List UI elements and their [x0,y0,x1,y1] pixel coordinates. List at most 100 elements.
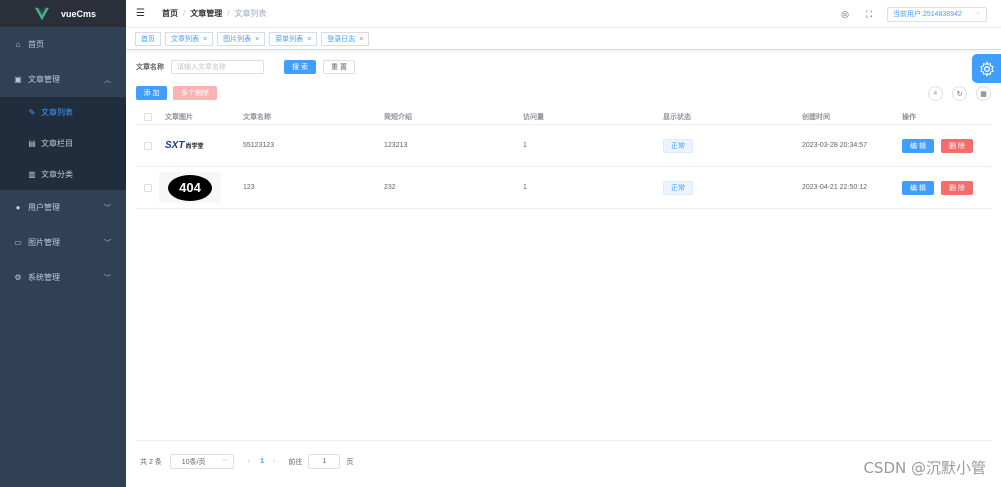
home-icon: ⌂ [15,40,21,49]
gear-icon [979,60,994,77]
sidebar-item-system[interactable]: ⚙ 系统管理 ﹀ [0,260,126,295]
sidebar-item-label: 文章列表 [41,108,73,117]
navbar: ☰ 首页 / 文章管理 / 文章列表 ◎ ⛶ 当前用户:2514838942 ﹀ [126,0,1001,28]
user-dropdown[interactable]: 当前用户:2514838942 ﹀ [887,6,987,22]
chevron-down-icon: ﹀ [104,204,111,212]
row-checkbox[interactable] [144,183,152,192]
chevron-down-icon: ﹀ [974,12,981,19]
goto-label: 前往 [288,458,303,466]
sidebar-item-home[interactable]: ⌂ 首页 [0,27,126,62]
column-header: 文章图片 [165,113,193,121]
refresh-icon[interactable]: ↻ [952,86,967,101]
delete-button[interactable]: 删 除 [941,138,973,153]
row-check-cell [136,141,165,150]
sidebar-item-users[interactable]: ● 用户管理 ﹀ [0,190,126,225]
next-page-button[interactable]: › [273,458,275,465]
pagination-total: 共 2 条 [140,458,162,466]
article-image-cell: SXT 尚学堂 [165,139,243,153]
sidebar-item-label: 文章分类 [41,170,73,179]
sidebar-item-label: 用户管理 [28,203,60,212]
tag-home[interactable]: 首页 [135,32,161,46]
prev-page-button[interactable]: ‹ [248,458,250,465]
search-button[interactable]: 搜 索 [284,60,316,74]
article-visits: 1 [523,142,527,149]
chevron-down-icon: ﹀ [104,274,111,282]
table-row: SXT 尚学堂 55123123 123213 1 正常 2023-03-28 2… [136,125,991,167]
reset-button[interactable]: 重 置 [323,60,355,74]
vue-logo-icon [35,7,49,20]
close-icon[interactable]: × [359,36,363,43]
tag-label: 首页 [141,36,155,43]
edit-button[interactable]: 编 辑 [902,180,934,195]
settings-button[interactable] [972,54,1001,83]
fullscreen-icon[interactable]: ⛶ [863,9,875,20]
article-thumbnail[interactable]: 404 [159,172,221,203]
chevron-down-icon: ﹀ [104,239,111,247]
sidebar-item-label: 文章管理 [28,75,60,84]
article-visits: 1 [523,184,527,191]
breadcrumb-item[interactable]: 首页 [162,8,178,19]
pagination: 共 2 条 10条/页 ﹀ ‹ 1 › 前往 1 页 [140,454,353,469]
close-icon[interactable]: × [203,36,207,43]
search-icon[interactable]: ⌕ [928,86,943,101]
breadcrumb-separator: / [183,9,186,18]
sidebar-item-article-columns[interactable]: ▤ 文章栏目 [0,128,126,159]
tag-login-log[interactable]: 登录日志 × [321,32,370,46]
main-content: 文章名称 请输入文章名称 搜 索 重 置 添 加 多个删除 ⌕ ↻ ▦ 文章图片… [126,51,1001,487]
column-header: 简短介绍 [384,113,412,121]
multi-delete-button[interactable]: 多个删除 [173,86,217,100]
select-all-checkbox[interactable] [144,112,152,121]
edit-icon: ✎ [28,108,36,117]
delete-button[interactable]: 删 除 [941,180,973,195]
logo[interactable]: vueCms [0,0,126,27]
column-header: 创建时间 [802,113,830,121]
pagination-divider [136,440,991,441]
chevron-up-icon: ︿ [104,76,111,84]
row-actions: 编 辑 删 除 [902,138,991,153]
hamburger-icon[interactable]: ☰ [136,8,150,19]
tag-article-list[interactable]: 文章列表 × [165,32,214,46]
thumbnail-404-text: 404 [168,174,212,201]
column-header: 文章名称 [243,113,271,121]
page-number-current[interactable]: 1 [260,458,264,465]
sidebar-item-article-list[interactable]: ✎ 文章列表 [0,97,126,128]
table-row: 404 123 232 1 正常 2023-04-21 22:50:12 编 辑… [136,167,991,209]
page-size-value: 10条/页 [181,458,206,466]
article-name: 55123123 [243,142,275,149]
document-icon: ▣ [14,75,22,84]
sidebar-item-articles[interactable]: ▣ 文章管理 ︿ [0,62,126,97]
tag-menu-list[interactable]: 菜单列表 × [269,32,318,46]
page-size-select[interactable]: 10条/页 ﹀ [169,454,234,469]
breadcrumb-separator: / [227,9,230,18]
edit-button[interactable]: 编 辑 [902,138,934,153]
sidebar-item-pictures[interactable]: ▭ 图片管理 ﹀ [0,225,126,260]
article-thumbnail[interactable]: SXT 尚学堂 [165,139,209,153]
status-badge: 正常 [663,180,693,195]
search-label: 文章名称 [136,64,164,71]
columns-icon[interactable]: ▦ [976,86,991,101]
table-tools: ⌕ ↻ ▦ [919,86,991,101]
tag-picture-list[interactable]: 图片列表 × [217,32,266,46]
goto-page-input[interactable]: 1 [308,454,341,469]
article-name: 123 [243,184,255,191]
breadcrumb: 首页 / 文章管理 / 文章列表 [162,8,266,19]
sidebar-item-article-categories[interactable]: ▥ 文章分类 [0,159,126,190]
sidebar-item-label: 图片管理 [28,238,60,247]
breadcrumb-item[interactable]: 文章管理 [190,8,222,19]
search-input[interactable]: 请输入文章名称 [171,60,264,74]
row-checkbox[interactable] [144,141,152,150]
row-actions: 编 辑 删 除 [902,180,991,195]
close-icon[interactable]: × [255,36,259,43]
navbar-right: ◎ ⛶ 当前用户:2514838942 ﹀ [839,0,1001,28]
github-icon[interactable]: ◎ [839,9,851,20]
search-form: 文章名称 请输入文章名称 搜 索 重 置 [136,60,355,74]
sidebar-item-label: 文章栏目 [41,139,73,148]
add-button[interactable]: 添 加 [136,86,167,100]
status-cell: 正常 [663,180,802,195]
tag-label: 登录日志 [327,36,356,43]
picture-icon: ▭ [14,238,22,247]
column-header: 显示状态 [663,113,691,121]
sidebar: vueCms ⌂ 首页 ▣ 文章管理 ︿ ✎ 文章列表 ▤ 文章栏目 ▥ 文章分… [0,0,126,487]
close-icon[interactable]: × [307,36,311,43]
goto-unit: 页 [346,458,354,466]
